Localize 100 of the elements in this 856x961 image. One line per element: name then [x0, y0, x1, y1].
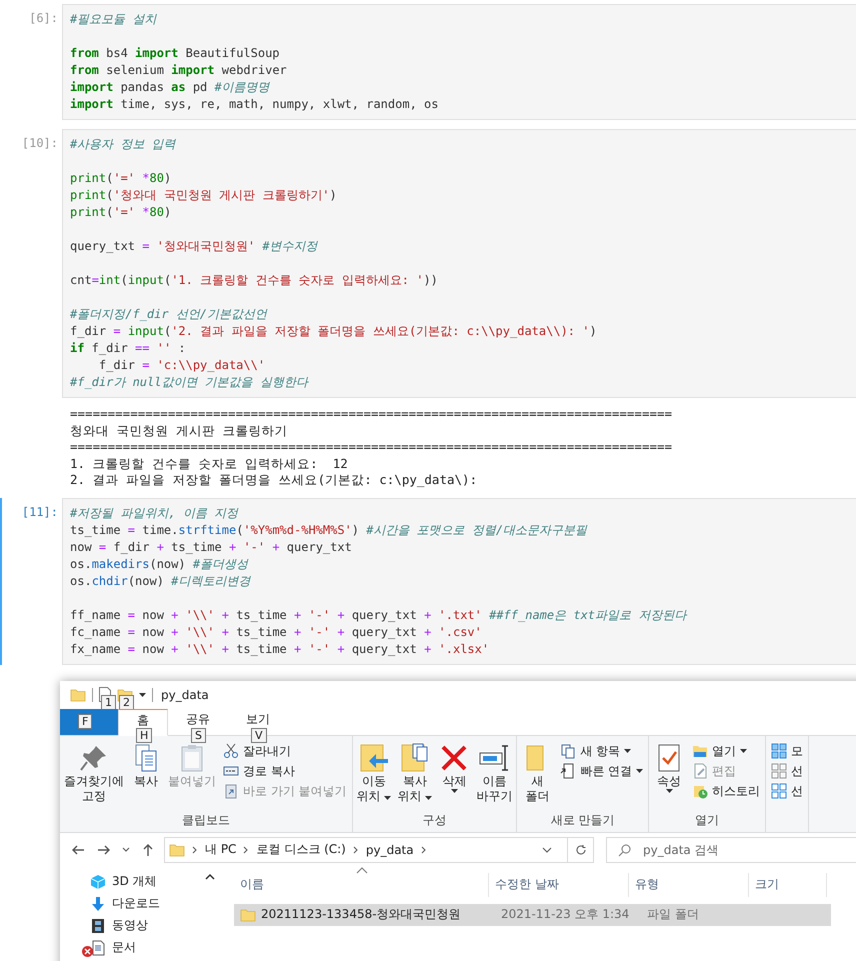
sidebar-item[interactable]: 3D 개체: [82, 872, 200, 891]
code-cell[interactable]: [62, 498, 856, 665]
document-icon: [90, 940, 106, 956]
caret-icon: [636, 768, 644, 773]
shortcut-paste-icon: [223, 782, 239, 799]
ribbon-button[interactable]: 새 항목: [558, 742, 646, 760]
sidebar-item[interactable]: 동영상: [82, 916, 200, 935]
code-line: os.makedirs(now) #폴더생성: [70, 556, 250, 573]
code-line: print('청와대 국민청원 게시판 크롤링하기'): [70, 187, 338, 204]
code-cell[interactable]: #필요모듈 설치 from bs4 import BeautifulSoup from selenium import webdriver import pandas as pd #이름명명 import time, sys, re, math, numpy, xlwt, random, os: [62, 4, 856, 120]
edit-icon: [692, 762, 708, 779]
scissors-icon: [223, 742, 239, 759]
key-tip: S: [191, 728, 206, 743]
file-cell-text: 파일 폴더: [646, 906, 700, 924]
chevron-right-icon: [191, 846, 199, 854]
ribbon-group-label: 클립보드: [180, 812, 231, 829]
code-line: from selenium import webdriver: [70, 62, 288, 79]
file-cell: 20211123-133458-청와대국민청원: [234, 906, 495, 924]
sidebar-item[interactable]: 다운로드: [82, 894, 200, 913]
refresh-button[interactable]: [567, 836, 594, 863]
address-bar[interactable]: 내 PC 로컬 디스크 (C:) py_data: [164, 836, 568, 863]
search-field[interactable]: py_data 검색: [606, 836, 856, 863]
code-line: f_dir = input('2. 결과 파일을 저장할 폴더명을 쓰세요(기본값: c:\\py_data\\): '): [70, 323, 598, 340]
caret-icon: [139, 692, 146, 697]
caret-icon: [384, 796, 392, 800]
layout-icon: [771, 742, 788, 759]
error-badge-icon: [82, 946, 93, 957]
breadcrumb[interactable]: 로컬 디스크 (C:): [256, 841, 346, 858]
ribbon-button[interactable]: 새 폴더: [520, 740, 554, 812]
grid-icon: [771, 782, 788, 799]
ribbon-button[interactable]: 잘라내기: [221, 742, 349, 760]
breadcrumb[interactable]: py_data: [366, 842, 414, 857]
file-row[interactable]: 20211123-133458-청와대국민청원 2021-11-23 오후 1:34 파일 폴더: [234, 904, 831, 926]
caret-icon: [740, 748, 748, 753]
output-line: 청와대 국민청원 게시판 크롤링하기: [70, 422, 289, 440]
cube-icon: [90, 874, 106, 890]
key-tip: 2: [119, 694, 134, 710]
cell-prompt: [6]:: [28, 10, 59, 27]
column-header[interactable]: 수정한 날짜: [489, 872, 629, 897]
breadcrumb[interactable]: 내 PC: [205, 841, 236, 858]
ribbon-button[interactable]: 선: [769, 782, 806, 800]
output-line: ================================================================================: [70, 406, 674, 423]
code-line: import time, sys, re, math, numpy, xlwt, random, os: [70, 96, 440, 113]
ribbon-group-label: 구성: [421, 812, 448, 829]
output-line: 1. 크롤링할 건수를 숫자로 입력하세요: 12: [70, 456, 349, 472]
key-tip: 1: [101, 695, 116, 710]
code-line: #필요모듈 설치: [70, 11, 158, 28]
code-line: from bs4 import BeautifulSoup: [70, 45, 281, 62]
ribbon-button[interactable]: 삭제: [437, 740, 472, 812]
ribbon-button[interactable]: 열기: [690, 742, 762, 760]
code-line: query_txt = '청와대국민청원' #변수지정: [70, 238, 319, 255]
ribbon-button[interactable]: 모: [769, 742, 806, 760]
key-tip: H: [136, 728, 152, 743]
ribbon-button[interactable]: 빠른 연결: [558, 762, 646, 780]
ribbon-button[interactable]: 선: [769, 762, 806, 780]
scroll-up-icon: [205, 872, 215, 881]
ribbon-group-label: 새로 만들기: [550, 812, 616, 829]
code-line: ts_time = time.strftime('%Y%m%d-%H%M%S') #시간을 포맷으로 정렬/대소문자구분필: [70, 522, 588, 539]
ribbon-button[interactable]: 경로 복사: [221, 762, 349, 780]
column-header[interactable]: 크기: [749, 872, 827, 897]
film-icon: [90, 918, 106, 934]
code-line: ff_name = now + '\\' + ts_time + '-' + query_txt + '.txt' ##ff_name은 txt파일로 저장된다: [70, 606, 688, 624]
output-line: 2. 결과 파일을 저장할 폴더명을 쓰세요(기본값: c:\py_data\):: [70, 472, 478, 489]
sidebar-item[interactable]: 문서: [82, 938, 200, 957]
ribbon-button[interactable]: 이름 바꾸기: [475, 740, 514, 812]
recent-locations-button[interactable]: [120, 846, 132, 854]
chevron-right-icon: [242, 846, 250, 854]
ribbon-button[interactable]: 속성: [652, 740, 686, 812]
code-cell[interactable]: [62, 129, 856, 398]
folder-icon: [169, 842, 185, 858]
refresh-icon: [574, 844, 586, 856]
code-line: #폴더지정/f_dir 선언/기본값선언: [70, 306, 268, 323]
chevron-down-icon: [122, 846, 130, 854]
code-line: #f_dir가 null값이면 기본값을 실행한다: [70, 374, 310, 391]
column-header[interactable]: 이름: [234, 872, 489, 897]
ribbon-button[interactable]: 이동 위치: [356, 740, 392, 812]
ribbon-button[interactable]: 복사 위치: [396, 740, 434, 812]
code-line: #사용자 정보 입력: [70, 136, 177, 153]
code-line: if f_dir == '' :: [70, 340, 187, 357]
code-line: f_dir = 'c:\\py_data\\': [98, 357, 266, 374]
code-line: import pandas as pd #이름명명: [70, 79, 271, 96]
cell-prompt: [11]:: [20, 504, 59, 521]
download-arrow-icon: [90, 896, 106, 912]
folder-arrow-icon: [358, 742, 390, 774]
caret-icon: [624, 748, 632, 753]
quick-link-icon: [560, 762, 576, 779]
ribbon-button[interactable]: 즐겨찾기에 고정: [63, 740, 125, 812]
grid-icon: [771, 762, 788, 779]
chevron-right-icon: [420, 846, 428, 854]
window-title: py_data: [161, 688, 209, 702]
key-tip: V: [251, 728, 267, 743]
search-icon: [618, 842, 632, 857]
code-line: print('=' *80): [70, 204, 172, 221]
code-line: #저장될 파일위치, 이름 지정: [70, 504, 240, 522]
code-line: fc_name = now + '\\' + ts_time + '-' + query_txt + '.csv': [70, 624, 483, 641]
cell-prompt: [10]:: [20, 135, 59, 152]
column-header[interactable]: 유형: [629, 872, 749, 897]
code-line: cnt=int(input('1. 크롤링할 건수를 숫자로 입력하세요: ')): [70, 272, 439, 289]
ribbon-button[interactable]: 히스토리: [690, 782, 762, 800]
new-item-icon: [560, 742, 576, 759]
